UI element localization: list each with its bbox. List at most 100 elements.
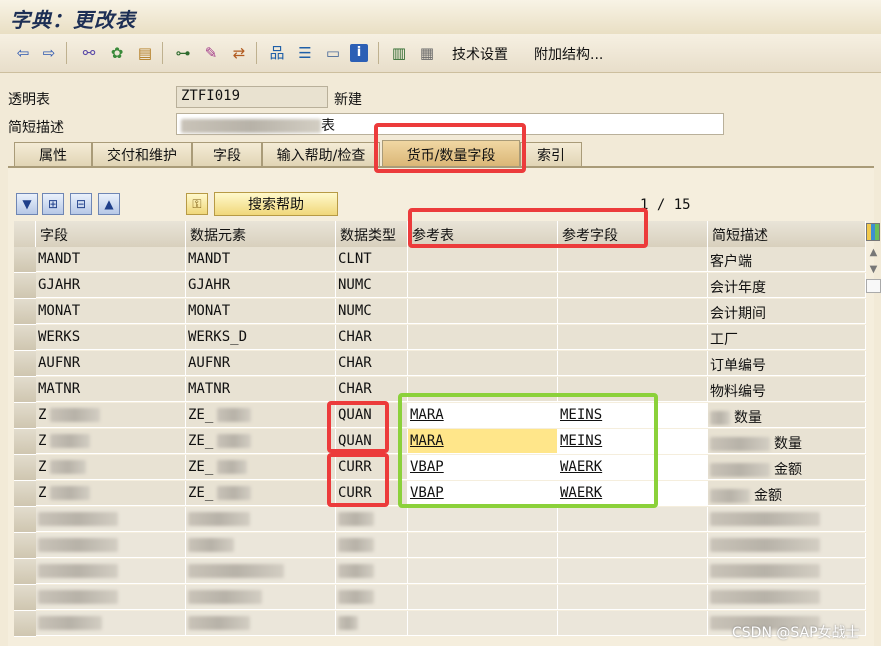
cell-ref-table (408, 533, 558, 558)
cell-data-type: CLNT (336, 247, 408, 272)
table-name-field[interactable]: ZTFI019 (176, 86, 328, 108)
cell-ref-table (408, 351, 558, 376)
row-selector[interactable] (14, 559, 36, 585)
info-icon[interactable]: i (350, 44, 368, 62)
forward-arrow-icon[interactable]: ⇨ (38, 42, 60, 64)
row-selector[interactable] (14, 507, 36, 533)
columns-icon[interactable]: ▥ (388, 42, 410, 64)
row-selector[interactable] (14, 351, 36, 377)
tab-input-help-check[interactable]: 输入帮助/检查 (262, 142, 380, 166)
append-structure-button[interactable]: 附加结构... (534, 44, 603, 64)
magic-wand-icon[interactable]: ✎ (200, 42, 222, 64)
short-desc-field[interactable]: 表 (176, 113, 724, 135)
cell-short-desc: 工厂 (708, 325, 866, 350)
delete-row-icon[interactable]: ⊟ (70, 193, 92, 215)
cell-short-desc: 会计期间 (708, 299, 866, 324)
vertical-scrollbar[interactable]: ▲ ▼ (866, 247, 881, 307)
cell-ref-field[interactable]: MEINS (558, 403, 708, 428)
column-header-ref-table[interactable]: 参考表 (408, 221, 558, 247)
insert-row-icon[interactable]: ⊞ (42, 193, 64, 215)
cell-ref-table (408, 273, 558, 298)
select-all-header[interactable] (14, 221, 36, 247)
row-selector[interactable] (14, 585, 36, 611)
row-selector[interactable] (14, 455, 36, 481)
activate-icon[interactable]: ✿ (106, 42, 128, 64)
table-row: AUFNR AUFNR CHAR 订单编号 (14, 351, 866, 377)
column-header-ref-field[interactable]: 参考字段 (558, 221, 708, 247)
cell-short-desc: 订单编号 (708, 351, 866, 376)
cell-field: Z (36, 481, 186, 506)
object-list-icon[interactable]: ▤ (134, 42, 156, 64)
cell-ref-table[interactable]: VBAP (408, 481, 558, 506)
cell-ref-field[interactable]: WAERK (558, 481, 708, 506)
tree-structure-icon[interactable]: 品 (266, 42, 288, 64)
row-selector[interactable] (14, 533, 36, 559)
row-selector[interactable] (14, 325, 36, 351)
search-help-button[interactable]: 搜索帮助 (214, 192, 338, 216)
row-selector[interactable] (14, 299, 36, 325)
sort-up-icon[interactable]: ▲ (98, 193, 120, 215)
search-help-key-icon[interactable]: ⚿ (186, 193, 208, 215)
cell-ref-field (558, 247, 708, 272)
cell-data-type: QUAN (336, 403, 408, 428)
hierarchy-icon[interactable]: ⊶ (172, 42, 194, 64)
cell-data-element: ZE_ (186, 455, 336, 480)
cell-field: MANDT (36, 247, 186, 272)
row-selector[interactable] (14, 273, 36, 299)
cell-data-type (336, 507, 408, 532)
tab-delivery-maintenance[interactable]: 交付和维护 (92, 142, 192, 166)
row-selector[interactable] (14, 247, 36, 273)
tab-fields[interactable]: 字段 (192, 142, 262, 166)
page-indicator: 1 / 15 (640, 197, 691, 213)
cell-data-element: MATNR (186, 377, 336, 402)
cell-data-type: CHAR (336, 351, 408, 376)
cell-ref-table[interactable]: VBAP (408, 455, 558, 480)
tech-settings-button[interactable]: 技术设置 (452, 44, 508, 64)
cell-data-element: MANDT (186, 247, 336, 272)
cell-data-element: GJAHR (186, 273, 336, 298)
table-status: 新建 (334, 92, 362, 108)
row-selector[interactable] (14, 377, 36, 403)
column-header-short-desc[interactable]: 简短描述 (708, 221, 866, 247)
row-selector[interactable] (14, 403, 36, 429)
column-header-data-type[interactable]: 数据类型 (336, 221, 408, 247)
cell-data-type: QUAN (336, 429, 408, 454)
cell-field (36, 611, 186, 636)
cell-data-type: NUMC (336, 299, 408, 324)
cell-data-element (186, 533, 336, 558)
cell-ref-field[interactable]: MEINS (558, 429, 708, 454)
column-header-data-element[interactable]: 数据元素 (186, 221, 336, 247)
row-selector[interactable] (14, 481, 36, 507)
table-row: WERKS WERKS_D CHAR 工厂 (14, 325, 866, 351)
cell-ref-field (558, 351, 708, 376)
cell-ref-table (408, 325, 558, 350)
window-title: 字典：更改表 (10, 8, 136, 32)
tab-currency-quantity-fields[interactable]: 货币/数量字段 (382, 140, 520, 168)
cell-ref-table (408, 507, 558, 532)
cell-ref-field (558, 299, 708, 324)
table-grid-icon[interactable]: ▦ (416, 42, 438, 64)
row-selector[interactable] (14, 429, 36, 455)
cell-short-desc: 数量 (708, 403, 866, 428)
tab-attributes[interactable]: 属性 (14, 142, 92, 166)
align-icon[interactable]: ☰ (294, 42, 316, 64)
row-selector[interactable] (14, 611, 36, 637)
column-header-field[interactable]: 字段 (36, 221, 186, 247)
cell-field: Z (36, 403, 186, 428)
table-row: MANDT MANDT CLNT 客户端 (14, 247, 866, 273)
cell-ref-field (558, 533, 708, 558)
cell-ref-table[interactable]: MARA (408, 429, 558, 454)
table-row-obscured (14, 533, 866, 559)
cell-field (36, 507, 186, 532)
cell-ref-field[interactable]: WAERK (558, 455, 708, 480)
cell-ref-table[interactable]: MARA (408, 403, 558, 428)
where-used-icon[interactable]: ⇄ (228, 42, 250, 64)
back-arrow-icon[interactable]: ⇦ (12, 42, 34, 64)
table-row: Z ZE_ CURR VBAP WAERK 金额 (14, 481, 866, 507)
layout-icon[interactable]: ▭ (322, 42, 344, 64)
tab-indexes[interactable]: 索引 (520, 142, 582, 166)
filter-icon[interactable]: ▼ (16, 193, 38, 215)
cell-data-type: CHAR (336, 377, 408, 402)
column-config-icon[interactable] (866, 223, 880, 241)
glasses-display-icon[interactable]: ⚯ (78, 42, 100, 64)
